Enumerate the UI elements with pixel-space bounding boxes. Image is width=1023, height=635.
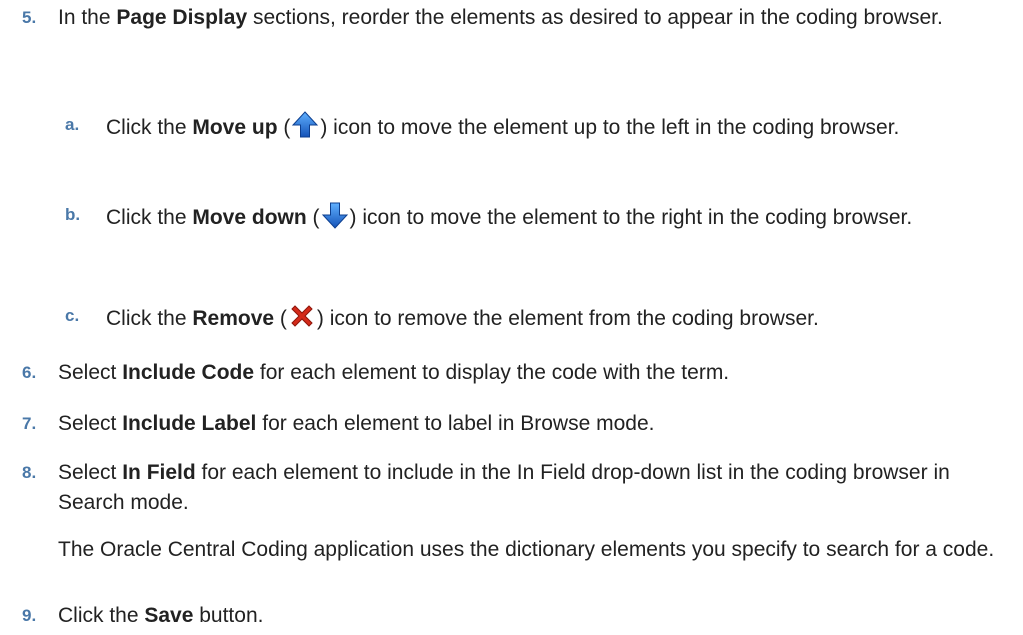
ui-term-include-code: Include Code — [122, 361, 255, 384]
step-number: 8. — [22, 463, 37, 482]
ui-term-move-up: Move up — [192, 116, 278, 139]
ui-term-include-label: Include Label — [122, 412, 257, 435]
step-letter: c. — [65, 306, 80, 325]
arrow-down-icon — [320, 200, 350, 230]
step-letter: a. — [65, 115, 80, 134]
step-number: 7. — [22, 414, 37, 433]
document-page: 5. In the Page Display sections, reorder… — [0, 0, 1023, 635]
step-text: Select In Field for each element to incl… — [58, 461, 950, 514]
step-text: Click the Remove ( ) icon to remove the … — [106, 301, 1019, 334]
step-text: In the Page Display sections, reorder th… — [58, 6, 943, 29]
ui-term-move-down: Move down — [192, 206, 307, 229]
ui-term-in-field: In Field — [122, 461, 196, 484]
step-text: Select Include Code for each element to … — [58, 361, 730, 384]
step-text: Click the Save button. — [58, 604, 264, 627]
step-number: 5. — [22, 8, 37, 27]
arrow-up-icon — [290, 110, 320, 140]
ui-term-remove: Remove — [192, 307, 275, 330]
ui-term-page-display: Page Display — [116, 6, 248, 29]
ui-term-save: Save — [144, 604, 194, 627]
step-letter: b. — [65, 205, 81, 224]
step-8-note: The Oracle Central Coding application us… — [58, 538, 995, 561]
step-number: 6. — [22, 363, 37, 382]
remove-x-icon — [287, 301, 317, 331]
step-text: Click the Move down ( ) icon to move the… — [106, 200, 1019, 233]
step-text: Select Include Label for each element to… — [58, 412, 655, 435]
step-number: 9. — [22, 606, 37, 625]
step-text: Click the Move up ( ) icon to move the e… — [106, 110, 1019, 143]
